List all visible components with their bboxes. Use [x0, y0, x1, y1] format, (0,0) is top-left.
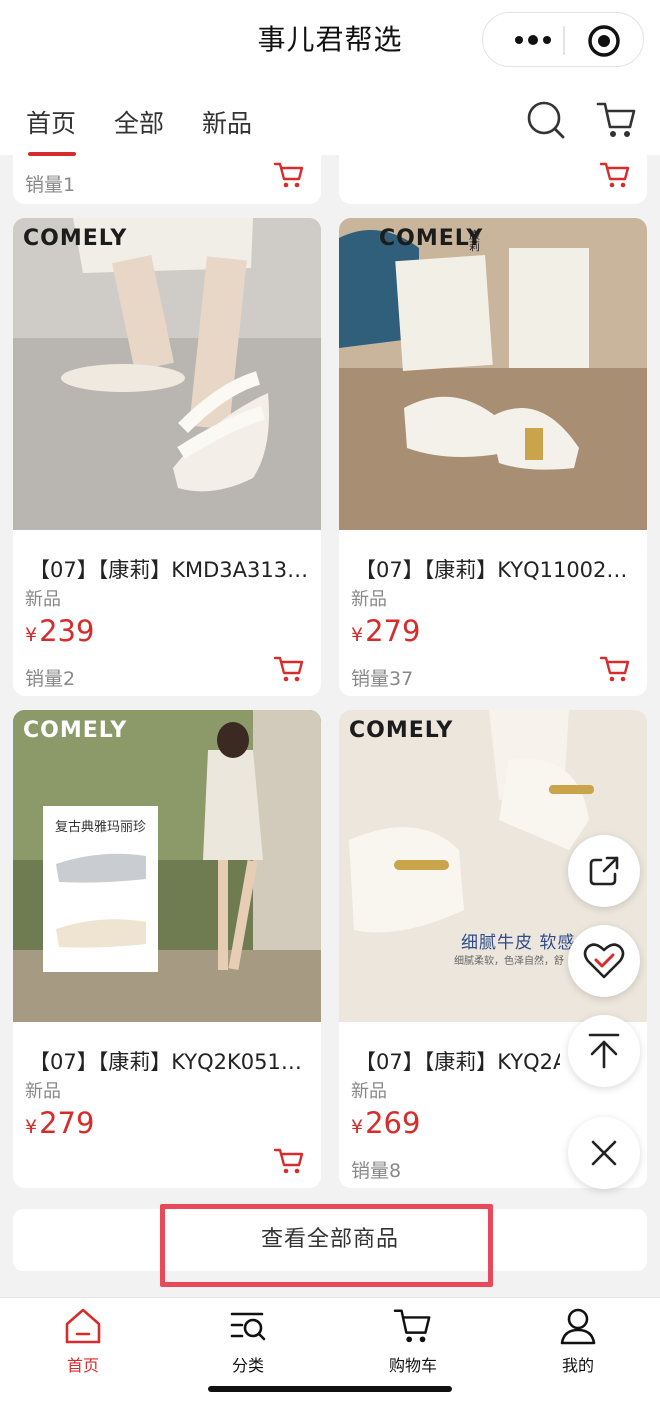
- product-tag: 新品: [25, 589, 61, 610]
- promo-headline: 细腻牛皮 软感: [461, 933, 576, 953]
- tab-all[interactable]: 全部: [114, 104, 164, 140]
- header: 事儿君帮选 首页 全部 新品: [0, 0, 660, 156]
- capsule-divider: [563, 26, 565, 55]
- sales-count: 销量1: [25, 174, 76, 196]
- product-image[interactable]: COMELY 复古典雅玛丽珍: [13, 710, 321, 1022]
- product-name[interactable]: 【07】【康莉】KYQ11002…: [355, 554, 635, 584]
- more-dots-icon[interactable]: [503, 27, 563, 53]
- category-icon: [230, 1312, 266, 1341]
- brand-logo: COMELY: [349, 718, 454, 743]
- product-price: ¥279: [25, 1106, 95, 1140]
- product-tag: 新品: [351, 1081, 387, 1102]
- product-price: ¥269: [351, 1106, 421, 1140]
- product-price: ¥239: [25, 614, 95, 648]
- tabbar-label: 分类: [231, 1356, 264, 1375]
- brand-logo: COMELY: [23, 718, 128, 743]
- tabbar-label: 首页: [66, 1356, 99, 1375]
- tabbar-label: 购物车: [388, 1356, 437, 1375]
- product-card[interactable]: COMELY 复古典雅玛丽珍 【07】【康莉】KYQ2K051… 新品 ¥279: [13, 710, 321, 1188]
- tabbar-item-me[interactable]: 我的: [528, 1306, 628, 1376]
- product-card[interactable]: COMELY 康莉 【07】【康莉】KYQ11002… 新品 ¥279 销量37: [339, 218, 647, 696]
- brand-logo: COMELY: [23, 226, 128, 251]
- search-icon[interactable]: [526, 100, 566, 140]
- product-name[interactable]: 【07】【康莉】KYQ2A1: [355, 1046, 560, 1076]
- tabbar-label: 我的: [561, 1356, 594, 1375]
- promo-panel: 复古典雅玛丽珍: [43, 806, 158, 972]
- back-to-top-button[interactable]: [568, 1015, 640, 1087]
- user-icon: [560, 1308, 596, 1345]
- add-to-cart-icon[interactable]: [599, 160, 631, 190]
- tabbar-item-category[interactable]: 分类: [198, 1306, 298, 1376]
- add-to-cart-icon[interactable]: [273, 654, 305, 684]
- top-tabs: 首页 全部 新品: [26, 104, 252, 156]
- promo-title: 复古典雅玛丽珍: [54, 820, 146, 835]
- product-name[interactable]: 【07】【康莉】KMD3A313…: [29, 554, 309, 584]
- share-icon: [589, 856, 619, 886]
- home-indicator: [208, 1386, 452, 1392]
- product-card[interactable]: COMELY 【07】【康莉】KMD3A313… 新品 ¥239 销量2: [13, 218, 321, 696]
- mini-program-capsule: [482, 12, 644, 67]
- product-name[interactable]: 【07】【康莉】KYQ2K051…: [29, 1046, 309, 1076]
- tabbar-item-cart[interactable]: 购物车: [363, 1306, 463, 1376]
- view-all-products-button[interactable]: 查看全部商品: [13, 1209, 647, 1271]
- sales-count: 销量37: [351, 668, 414, 690]
- share-button[interactable]: [568, 835, 640, 907]
- target-icon[interactable]: [587, 24, 621, 58]
- product-tag: 新品: [351, 589, 387, 610]
- cart-icon[interactable]: [596, 100, 638, 140]
- add-to-cart-icon[interactable]: [273, 160, 305, 190]
- tabbar-item-home[interactable]: 首页: [33, 1306, 133, 1376]
- product-tag: 新品: [25, 1081, 61, 1102]
- product-image[interactable]: COMELY 康莉: [339, 218, 647, 530]
- home-icon: [65, 1308, 101, 1344]
- app-root: 销量1 COMELY 【07】【康莉】KMD3A313… 新品 ¥239 销量2: [0, 0, 660, 1404]
- promo-subline: 细腻柔软，色泽自然，舒: [454, 956, 564, 967]
- back-to-top-icon: [588, 1033, 620, 1069]
- close-float-button[interactable]: [568, 1117, 640, 1189]
- shoe-image: [56, 853, 146, 948]
- add-to-cart-icon[interactable]: [273, 1146, 305, 1176]
- tab-new[interactable]: 新品: [202, 104, 252, 140]
- add-to-cart-icon[interactable]: [599, 654, 631, 684]
- product-image[interactable]: COMELY: [13, 218, 321, 530]
- close-icon: [591, 1140, 617, 1166]
- sales-count: 销量8: [351, 1160, 402, 1182]
- favorite-icon: [583, 943, 625, 979]
- brand-logo: COMELY: [379, 226, 484, 251]
- brand-logo-cn: 康莉: [469, 229, 480, 253]
- cart-icon: [393, 1309, 431, 1343]
- favorite-button[interactable]: [568, 925, 640, 997]
- product-price: ¥279: [351, 614, 421, 648]
- sales-count: 销量2: [25, 668, 76, 690]
- tab-home[interactable]: 首页: [26, 104, 77, 156]
